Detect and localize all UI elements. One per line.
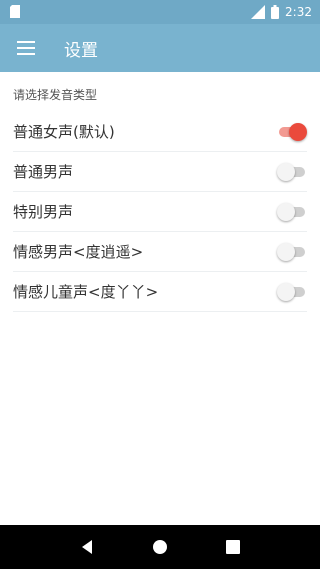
battery-icon xyxy=(271,5,280,19)
home-icon xyxy=(152,540,167,554)
voice-option-switch[interactable] xyxy=(277,282,307,302)
voice-option-label: 情感男声<度逍遥> xyxy=(13,243,144,261)
voice-option-row[interactable]: 特别男声 xyxy=(13,192,307,232)
back-button[interactable] xyxy=(75,535,99,559)
voice-option-label: 普通女声(默认) xyxy=(13,123,115,141)
recents-icon xyxy=(226,540,241,554)
sim-card-icon xyxy=(10,5,20,18)
settings-content: 请选择发音类型 普通女声(默认) 普通男声 特别男声 情感男声<度逍遥> 情感儿… xyxy=(0,72,320,312)
voice-option-switch[interactable] xyxy=(277,162,307,182)
voice-option-switch[interactable] xyxy=(277,242,307,262)
voice-option-list: 普通女声(默认) 普通男声 特别男声 情感男声<度逍遥> 情感儿童声<度丫丫> xyxy=(13,112,307,312)
section-header: 请选择发音类型 xyxy=(13,88,98,102)
voice-option-row[interactable]: 普通男声 xyxy=(13,152,307,192)
status-icons: 2:32 xyxy=(251,4,312,20)
voice-option-label: 普通男声 xyxy=(13,163,74,181)
voice-option-label: 特别男声 xyxy=(13,203,74,221)
switch-thumb xyxy=(277,282,295,301)
recents-button[interactable] xyxy=(221,535,245,559)
signal-icon xyxy=(251,5,266,19)
voice-option-switch[interactable] xyxy=(277,122,307,142)
status-time: 2:32 xyxy=(285,5,312,19)
voice-option-switch[interactable] xyxy=(277,202,307,222)
status-bar: 2:32 xyxy=(0,0,320,24)
voice-option-label: 情感儿童声<度丫丫> xyxy=(13,283,159,301)
back-icon xyxy=(81,540,92,554)
app-bar: 设置 xyxy=(0,24,320,72)
voice-option-row[interactable]: 情感男声<度逍遥> xyxy=(13,232,307,272)
page-title: 设置 xyxy=(64,40,98,61)
voice-option-row[interactable]: 普通女声(默认) xyxy=(13,112,307,152)
switch-thumb xyxy=(277,202,295,221)
voice-option-row[interactable]: 情感儿童声<度丫丫> xyxy=(13,272,307,312)
menu-button[interactable] xyxy=(2,24,50,72)
switch-thumb xyxy=(277,242,295,261)
switch-thumb xyxy=(289,122,307,141)
hamburger-menu-icon xyxy=(17,41,35,55)
home-button[interactable] xyxy=(148,535,172,559)
navigation-bar xyxy=(0,525,320,569)
switch-thumb xyxy=(277,162,295,181)
